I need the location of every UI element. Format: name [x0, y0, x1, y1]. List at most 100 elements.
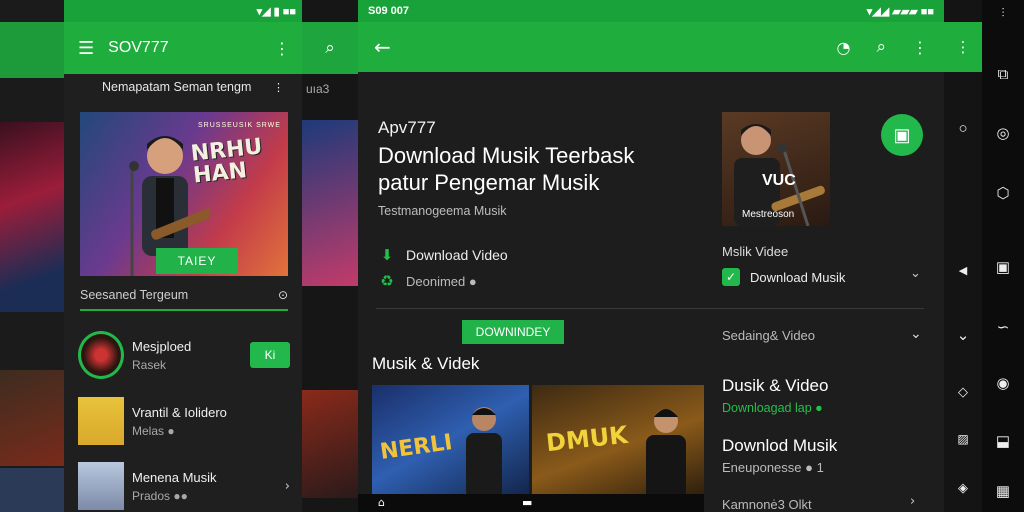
background-image [0, 122, 66, 312]
list-item[interactable]: Mesjploed Rasek Ki [78, 324, 290, 386]
header-subtitle: Testmanogeema Musik [378, 204, 507, 218]
hero-tag: SRUSSEUSIK SRWE [198, 122, 281, 129]
copy-icon[interactable]: ⧉ [982, 66, 1024, 83]
bottom-nav: ⌂ ▬ [358, 494, 704, 512]
back-arrow-icon[interactable]: ← [374, 35, 391, 59]
side-toolbar: ⫶ ⧉ ◎ ⬡ ▣ ∽ ◉ ⬓ ▦ [982, 0, 1024, 512]
status-icons: ▾◢ ▮ ■■ [256, 5, 296, 18]
circle-icon[interactable]: ◉ [982, 374, 1024, 392]
download-button[interactable]: Ki [250, 342, 290, 368]
download-musik-link[interactable]: ✓ Download Musik [722, 268, 845, 286]
status-time: S09 007 [368, 5, 409, 17]
chevron-down-icon[interactable]: ⌄ [944, 326, 982, 344]
image-icon[interactable]: ▨ [944, 432, 982, 446]
artist-thumbnail [78, 462, 124, 510]
strip-text: uıa3 [306, 82, 330, 96]
card-poster-text: DMUK [544, 420, 630, 458]
status-bar: ▾◢ ▮ ■■ [64, 0, 304, 22]
section-header: Seesaned Tergeum ⊙ [80, 288, 288, 311]
strip-app-bar: ⌕ [302, 22, 358, 74]
header-label: Apv777 [378, 118, 436, 137]
thumb-caption: Mestreoson [742, 209, 795, 220]
home-icon[interactable]: ⌂ [378, 496, 385, 509]
chevron-down-icon[interactable]: ⌄ [910, 266, 921, 281]
shield-icon[interactable]: ⬡ [982, 184, 1024, 202]
list-item[interactable]: Menena Musik Prados ●● › [78, 455, 290, 512]
list-item-subtitle: Prados ●● [132, 488, 188, 503]
more-vert-icon[interactable]: ⋮ [274, 39, 290, 58]
download-musik-label: Download Musik [750, 269, 846, 285]
list-item-title: Mesjploed [132, 338, 192, 354]
right-list-subtitle: Kamnonė3 Olkt [722, 497, 812, 512]
square-icon[interactable]: ▣ [982, 258, 1024, 276]
list-item-subtitle: Rasek [132, 357, 167, 372]
header-title-line-2: patur Pengemar Musik [378, 170, 600, 195]
hamburger-icon[interactable]: ☰ [78, 38, 94, 59]
strip-image-2 [302, 390, 358, 498]
recycle-icon: ♻ [380, 273, 394, 290]
strip-app-bar: ⋮ [944, 22, 982, 72]
phone-screen-1: ▾◢ ▮ ■■ ☰ SOV777 ⋮ Nemapatam Seman tengm… [64, 0, 304, 512]
phone-screen-main: S09 007 ▾◢◢ ▰▰▰ ■■ ← ◔ ⌕ ⋮ Apv777 Downlo… [358, 0, 944, 512]
background-app-bar [0, 22, 66, 78]
status-bar: S09 007 ▾◢◢ ▰▰▰ ■■ [358, 0, 944, 22]
list-item[interactable]: Vrantil & Iolidero Melas ● [78, 390, 290, 452]
download-video-label: Download Video [406, 247, 508, 263]
hero-button[interactable]: TAIEY [156, 248, 238, 274]
diamond-icon[interactable]: ◇ [944, 384, 982, 400]
triangle-left-icon[interactable]: ◀ [944, 264, 982, 277]
download-button[interactable]: DOWNINDEY [462, 320, 564, 344]
grid-icon[interactable]: ▦ [982, 482, 1024, 500]
diamond-icon[interactable]: ◈ [944, 480, 982, 496]
check-icon: ✓ [722, 268, 740, 286]
right-list-title[interactable]: Downlod Musik [722, 436, 837, 456]
divider [376, 308, 924, 309]
strip-image [302, 120, 358, 286]
search-bar[interactable]: Nemapatam Seman tengm ⋮ [64, 74, 304, 100]
video-card[interactable]: NERLI [372, 385, 529, 512]
app-bar: ☰ SOV777 ⋮ [64, 22, 304, 74]
chevron-circle-icon[interactable]: ⊙ [278, 288, 288, 302]
more-vert-icon[interactable]: ⋮ [956, 38, 971, 56]
right-list-title[interactable]: Dusik & Video [722, 376, 828, 396]
header-title-line-1: Download Musik Teerbask [378, 143, 635, 168]
background-app-strip: ⌕ uıa3 [302, 0, 358, 512]
download-video-link[interactable]: ⬇ Download Video [378, 246, 508, 264]
chevron-down-icon[interactable]: ⌄ [910, 326, 922, 342]
chevron-right-icon[interactable]: › [285, 479, 290, 494]
download-icon: ⬇ [380, 247, 394, 264]
artist-thumbnail [78, 397, 124, 445]
header-block: Apv777 Download Musik Teerbask patur Pen… [378, 118, 634, 218]
deonimed-link[interactable]: ♻ Deonimed ● [378, 272, 477, 290]
circle-icon[interactable]: ○ [944, 120, 982, 137]
chevron-right-icon[interactable]: › [910, 494, 915, 509]
background-app-panel [0, 0, 66, 512]
album-thumbnail [78, 331, 124, 379]
menu-icon[interactable]: ⫶ [982, 6, 1024, 21]
list-item-subtitle: Melas ● [132, 423, 175, 438]
more-vert-icon[interactable]: ⋮ [912, 38, 928, 57]
poster-word: VUC [762, 172, 796, 189]
more-icon[interactable]: ⋮ [273, 81, 284, 94]
recents-icon[interactable]: ▬ [522, 496, 532, 509]
curve-icon[interactable]: ∽ [982, 318, 1024, 336]
card-poster-text: NERLI [378, 430, 454, 465]
performer-illustration [466, 407, 502, 499]
hero-banner[interactable]: SRUSSEUSIK SRWE NRHU HAN TAIEY [80, 112, 288, 276]
circle-icon[interactable]: ◎ [982, 124, 1024, 142]
search-icon[interactable]: ⌕ [876, 37, 886, 57]
play-fab-button[interactable]: ▣ [881, 114, 923, 156]
right-list-subtitle: Downloagad lap ● [722, 401, 823, 415]
video-card[interactable]: DMUK [532, 385, 704, 512]
deonimed-label: Deonimed ● [406, 273, 477, 289]
background-image-2 [0, 370, 66, 466]
performer-illustration [646, 409, 686, 501]
sharing-video-label: Sedaing& Video [722, 328, 816, 343]
list-item-title: Vrantil & Iolidero [132, 404, 227, 420]
box-icon[interactable]: ⬓ [982, 432, 1024, 450]
speed-icon[interactable]: ◔ [837, 38, 851, 57]
play-icon: ▣ [893, 124, 911, 145]
search-icon[interactable]: ⌕ [325, 38, 335, 58]
artist-video-thumbnail[interactable]: VUC Mestreoson [722, 112, 830, 226]
search-text: Nemapatam Seman tengm [102, 80, 252, 94]
